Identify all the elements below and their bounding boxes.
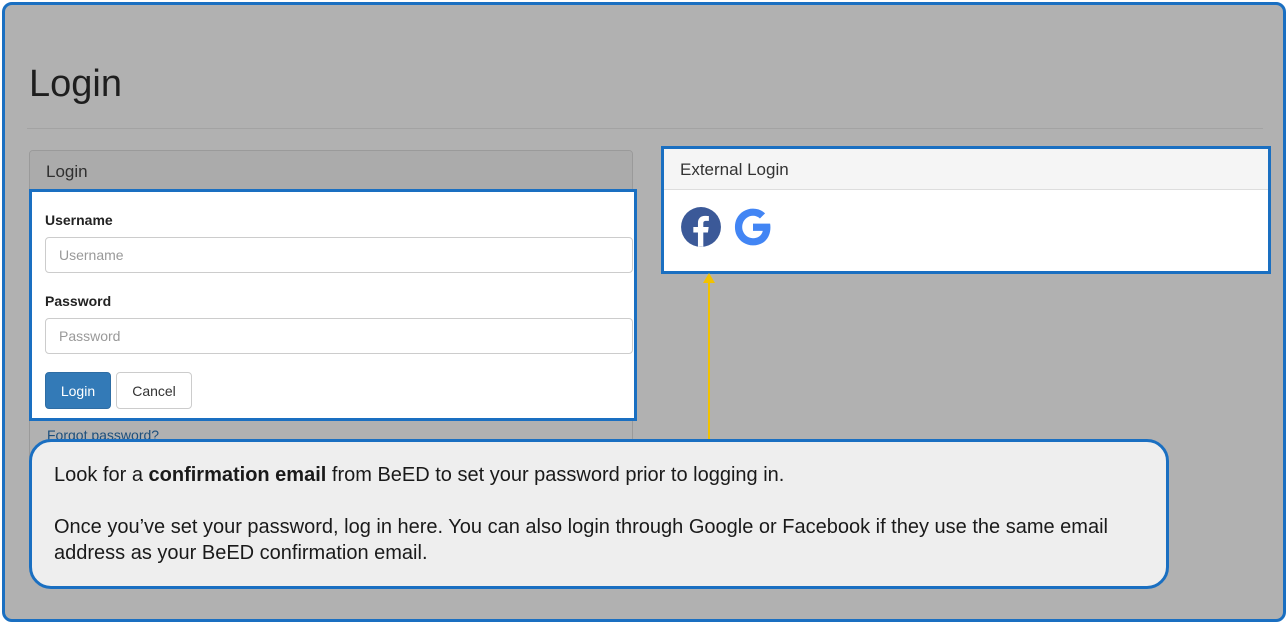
callout-arrow-head	[703, 273, 715, 283]
external-login-panel: External Login	[661, 146, 1271, 274]
facebook-icon[interactable]	[680, 206, 722, 248]
username-input[interactable]	[45, 237, 633, 273]
external-login-heading: External Login	[664, 149, 1268, 190]
callout-text-bold: confirmation email	[148, 464, 327, 486]
title-divider	[27, 128, 1263, 129]
callout-line-1: Look for a confirmation email from BeED …	[54, 462, 1144, 488]
page-title: Login	[29, 63, 122, 105]
login-panel-heading: Login	[30, 151, 632, 190]
callout-line-2: Once you’ve set your password, log in he…	[54, 516, 1108, 564]
instruction-callout: Look for a confirmation email from BeED …	[29, 439, 1169, 589]
cancel-button[interactable]: Cancel	[116, 372, 192, 409]
username-label: Username	[45, 212, 113, 228]
callout-arrow-line	[708, 277, 710, 439]
tutorial-frame: Login Login Forgot password? Username Pa…	[2, 2, 1286, 622]
callout-text-1a: Look for a	[54, 464, 149, 486]
login-panel-heading-text: Login	[46, 162, 88, 181]
login-form-highlight: Username Password Login Cancel	[29, 189, 637, 421]
google-icon[interactable]	[732, 206, 774, 248]
callout-text-1b: from BeED to set your password prior to …	[326, 464, 785, 486]
login-button[interactable]: Login	[45, 372, 111, 409]
password-label: Password	[45, 293, 112, 309]
password-input[interactable]	[45, 318, 633, 354]
external-login-heading-text: External Login	[680, 160, 789, 179]
